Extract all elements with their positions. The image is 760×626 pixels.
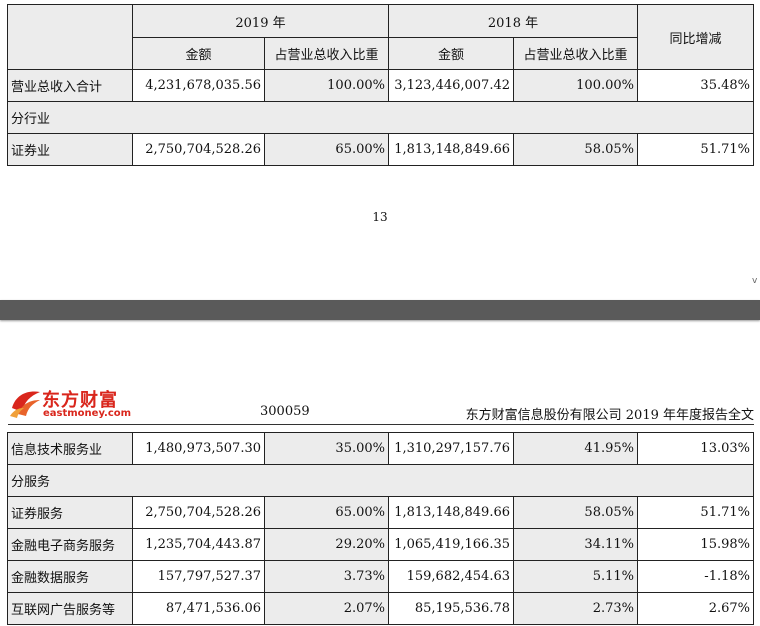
table-row: 互联网广告服务等 87,471,536.06 2.07% 85,195,536.… <box>7 592 754 625</box>
row-label: 互联网广告服务等 <box>7 592 133 625</box>
share-2019-cell: 100.00% <box>264 69 389 102</box>
row-label: 金融电子商务服务 <box>7 528 133 561</box>
revenue-table-bottom: 信息技术服务业 1,480,973,507.30 35.00% 1,310,29… <box>7 432 754 625</box>
share-2019-cell: 29.20% <box>264 528 389 561</box>
side-mark: v <box>752 276 758 286</box>
amount-2019-cell: 1,235,704,443.87 <box>132 528 265 561</box>
report-title: 东方财富信息股份有限公司 2019 年年度报告全文 <box>465 408 754 423</box>
share-2018-cell: 5.11% <box>513 560 638 593</box>
header-corner-cell <box>7 4 133 70</box>
page-number: 13 <box>372 210 388 224</box>
amount-2018-cell: 1,813,148,849.66 <box>388 496 514 529</box>
table-row: 营业总收入合计 4,231,678,035.56 100.00% 3,123,4… <box>7 69 754 102</box>
share-2019-cell: 65.00% <box>264 133 389 166</box>
header-year-2019: 2019 年 <box>132 4 389 38</box>
share-2018-cell: 100.00% <box>513 69 638 102</box>
amount-2018-cell: 1,813,148,849.66 <box>388 133 514 166</box>
yoy-cell: 51.71% <box>637 496 754 529</box>
revenue-table-top: 2019 年 2018 年 同比增减 金额 占营业总收入比重 金额 占营业总收入… <box>7 4 754 166</box>
amount-2019-cell: 2,750,704,528.26 <box>132 496 265 529</box>
logo-text-en: eastmoney.com <box>43 408 132 419</box>
header-rule <box>8 424 754 425</box>
stock-code: 300059 <box>260 404 310 419</box>
amount-2018-cell: 1,310,297,157.76 <box>388 432 514 465</box>
amount-2019-cell: 157,797,527.37 <box>132 560 265 593</box>
amount-2019-cell: 2,750,704,528.26 <box>132 133 265 166</box>
header-amount-2019: 金额 <box>132 37 265 70</box>
header-share-2018: 占营业总收入比重 <box>513 37 638 70</box>
section-row: 分行业 <box>7 101 754 134</box>
amount-2018-cell: 1,065,419,166.35 <box>388 528 514 561</box>
yoy-cell: 15.98% <box>637 528 754 561</box>
table-row: 证券业 2,750,704,528.26 65.00% 1,813,148,84… <box>7 133 754 166</box>
header-year-2018: 2018 年 <box>388 4 638 38</box>
header-share-2019: 占营业总收入比重 <box>264 37 389 70</box>
amount-2018-cell: 3,123,446,007.42 <box>388 69 514 102</box>
yoy-cell: 35.48% <box>637 69 754 102</box>
share-2018-cell: 58.05% <box>513 133 638 166</box>
table-row: 金融电子商务服务 1,235,704,443.87 29.20% 1,065,4… <box>7 528 754 561</box>
amount-2019-cell: 87,471,536.06 <box>132 592 265 625</box>
row-label: 营业总收入合计 <box>7 69 133 102</box>
row-label: 证券业 <box>7 133 133 166</box>
section-label: 分服务 <box>7 464 754 497</box>
share-2019-cell: 35.00% <box>264 432 389 465</box>
share-2019-cell: 2.07% <box>264 592 389 625</box>
row-label: 证券服务 <box>7 496 133 529</box>
table-row: 金融数据服务 157,797,527.37 3.73% 159,682,454.… <box>7 560 754 593</box>
amount-2018-cell: 159,682,454.63 <box>388 560 514 593</box>
share-2018-cell: 58.05% <box>513 496 638 529</box>
section-label: 分行业 <box>7 101 754 134</box>
amount-2019-cell: 1,480,973,507.30 <box>132 432 265 465</box>
yoy-cell: 51.71% <box>637 133 754 166</box>
share-2018-cell: 41.95% <box>513 432 638 465</box>
yoy-cell: 2.67% <box>637 592 754 625</box>
header-yoy: 同比增减 <box>637 4 754 70</box>
amount-2018-cell: 85,195,536.78 <box>388 592 514 625</box>
table-row: 信息技术服务业 1,480,973,507.30 35.00% 1,310,29… <box>7 432 754 465</box>
amount-2019-cell: 4,231,678,035.56 <box>132 69 265 102</box>
share-2019-cell: 65.00% <box>264 496 389 529</box>
share-2019-cell: 3.73% <box>264 560 389 593</box>
page-break-divider <box>0 300 760 320</box>
row-label: 信息技术服务业 <box>7 432 133 465</box>
row-label: 金融数据服务 <box>7 560 133 593</box>
share-2018-cell: 2.73% <box>513 592 638 625</box>
table-row: 证券服务 2,750,704,528.26 65.00% 1,813,148,8… <box>7 496 754 529</box>
section-row: 分服务 <box>7 464 754 497</box>
header-amount-2018: 金额 <box>388 37 514 70</box>
yoy-cell: 13.03% <box>637 432 754 465</box>
yoy-cell: -1.18% <box>637 560 754 593</box>
header-row-years: 2019 年 2018 年 同比增减 <box>7 4 754 70</box>
share-2018-cell: 34.11% <box>513 528 638 561</box>
